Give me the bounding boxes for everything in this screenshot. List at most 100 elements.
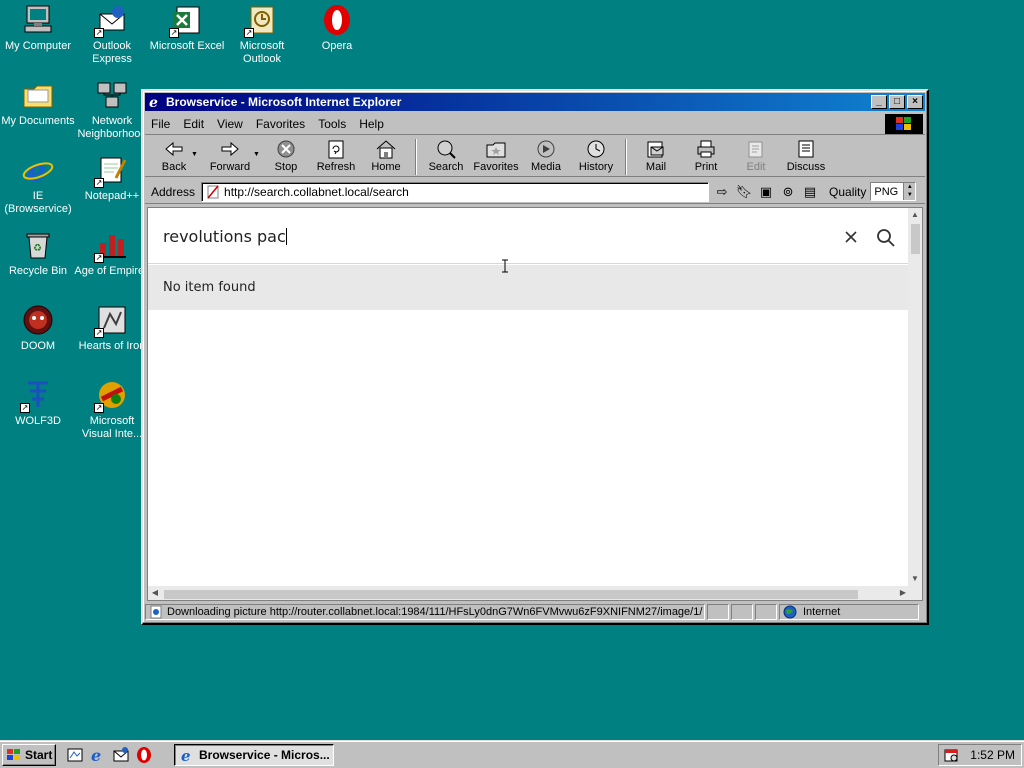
visual-interdev-icon: ↗ — [94, 379, 128, 413]
go-arrow-icon[interactable]: ⇨ — [713, 183, 731, 201]
horizontal-scrollbar[interactable]: ◀ ▶ — [148, 586, 910, 600]
desktop-icon-age-of-empires[interactable]: ↗ Age of Empires — [74, 229, 150, 278]
desktop-icon-outlook-express[interactable]: ↗ Outlook Express — [74, 4, 150, 66]
desktop-icon-ie-browservice[interactable]: e IE (Browservice) — [0, 154, 76, 216]
refresh-icon — [328, 140, 344, 159]
quality-select[interactable]: PNG ▲ ▼ — [870, 182, 917, 201]
close-button[interactable]: × — [907, 95, 923, 109]
scheduler-icon[interactable] — [943, 747, 959, 763]
page-icon — [207, 185, 219, 198]
minimize-button[interactable]: _ — [871, 95, 887, 109]
menu-favorites[interactable]: Favorites — [256, 117, 305, 131]
computer-icon — [22, 4, 54, 36]
desktop-icon-label: Outlook Express — [92, 40, 132, 65]
start-button[interactable]: Start — [2, 744, 56, 766]
svg-text:e: e — [27, 154, 46, 186]
home-label: Home — [371, 161, 401, 173]
menu-tools[interactable]: Tools — [318, 117, 346, 131]
desktop-icon-doom[interactable]: DOOM — [0, 304, 76, 353]
text-caret — [285, 228, 287, 245]
mail-button[interactable]: Mail — [631, 139, 681, 173]
find-icon[interactable]: ▣ — [757, 183, 775, 201]
spinner-arrows-icon[interactable]: ▲ ▼ — [903, 183, 916, 200]
desktop-icon-notepad-plus-plus[interactable]: ↗ Notepad++ — [74, 154, 150, 203]
opera-icon[interactable] — [135, 746, 153, 764]
edit-icon — [748, 141, 763, 158]
discuss-label: Discuss — [786, 161, 826, 173]
scroll-down-icon[interactable]: ▼ — [908, 572, 922, 586]
chevron-down-icon[interactable]: ▼ — [191, 151, 199, 158]
desktop-icon-label: My Documents — [1, 115, 75, 127]
internet-explorer-icon[interactable]: e — [89, 746, 107, 764]
desktop-icon-opera[interactable]: Opera — [299, 4, 375, 53]
windows-logo-icon — [7, 749, 20, 760]
svg-text:♻: ♻ — [33, 243, 42, 254]
text-cursor-icon — [502, 259, 508, 273]
forward-button[interactable]: Forward — [199, 139, 261, 173]
toolbar-separator — [625, 139, 627, 175]
home-button[interactable]: Home — [361, 139, 411, 173]
history-label: History — [578, 161, 614, 173]
clock[interactable]: 1:52 PM — [970, 748, 1015, 762]
chevron-down-icon[interactable]: ▼ — [253, 151, 261, 158]
desktop-icon-hearts-of-iron[interactable]: ↗ Hearts of Iron — [74, 304, 150, 353]
vertical-scrollbar[interactable]: ▲ ▼ — [908, 208, 922, 586]
bookmark-icon[interactable]: 🔖︎ — [735, 183, 753, 201]
edit-button[interactable]: Edit — [731, 139, 781, 173]
page-icon — [150, 605, 162, 619]
desktop-icon-my-documents[interactable]: My Documents — [0, 79, 76, 128]
home-icon — [376, 140, 396, 159]
clipboard-icon[interactable]: ▤ — [801, 183, 819, 201]
menu-help[interactable]: Help — [359, 117, 384, 131]
taskbar-window-button[interactable]: e Browservice - Micros... — [174, 744, 334, 766]
scroll-up-icon[interactable]: ▲ — [908, 208, 922, 222]
desktop-icon-label: Microsoft Excel — [149, 40, 225, 52]
edit-label: Edit — [746, 161, 766, 173]
print-button[interactable]: Print — [681, 139, 731, 173]
show-desktop-icon[interactable] — [66, 746, 84, 764]
forward-arrow-icon — [221, 141, 239, 157]
address-input[interactable]: http://search.collabnet.local/search — [201, 181, 710, 202]
browser-window[interactable]: e Browservice - Microsoft Internet Explo… — [141, 89, 929, 625]
maximize-button[interactable]: □ — [889, 95, 905, 109]
menu-view[interactable]: View — [217, 117, 243, 131]
address-label: Address — [151, 184, 196, 199]
search-button[interactable]: Search — [421, 139, 471, 173]
discuss-button[interactable]: Discuss — [781, 139, 831, 173]
binoculars-icon[interactable]: ⊚ — [779, 183, 797, 201]
outlook-express-icon[interactable] — [112, 746, 130, 764]
clear-icon[interactable] — [843, 229, 859, 245]
status-zone: Internet — [803, 606, 841, 618]
desktop-icon-network-neighborhood[interactable]: Network Neighborhood — [74, 79, 150, 141]
desktop-icon-label: Network Neighborhood — [77, 115, 147, 140]
toolbar-separator — [415, 139, 417, 175]
desktop-icon-visual-interdev[interactable]: ↗ Microsoft Visual Inte... — [74, 379, 150, 441]
scroll-left-icon[interactable]: ◀ — [148, 586, 162, 600]
taskbar-window-label: Browservice - Micros... — [199, 748, 330, 762]
desktop-icon-excel[interactable]: ↗ Microsoft Excel — [149, 4, 225, 53]
menu-edit[interactable]: Edit — [183, 117, 204, 131]
desktop-icon-wolf3d[interactable]: ↗ WOLF3D — [0, 379, 76, 428]
search-icon[interactable] — [876, 228, 896, 248]
desktop-icon-outlook[interactable]: ↗ Microsoft Outlook — [224, 4, 300, 66]
folder-icon — [22, 79, 54, 111]
wolf3d-icon: ↗ — [20, 379, 54, 413]
scroll-thumb[interactable] — [164, 590, 858, 599]
favorites-button[interactable]: Favorites — [471, 139, 521, 173]
search-input[interactable]: revolutions pac — [163, 227, 287, 246]
print-label: Print — [694, 161, 718, 173]
back-arrow-icon — [165, 141, 183, 157]
refresh-button[interactable]: Refresh — [311, 139, 361, 173]
page-viewport[interactable]: revolutions pac No item found ▲ ▼ ◀ ▶ — [147, 207, 923, 601]
mail-icon — [647, 141, 664, 158]
desktop-icon-my-computer[interactable]: My Computer — [0, 4, 76, 53]
window-titlebar[interactable]: e Browservice - Microsoft Internet Explo… — [145, 93, 925, 111]
desktop-icon-recycle-bin[interactable]: ♻ Recycle Bin — [0, 229, 76, 278]
media-button[interactable]: Media — [521, 139, 571, 173]
search-bar: revolutions pac — [148, 208, 910, 264]
hearts-of-iron-icon: ↗ — [94, 304, 128, 338]
stop-button[interactable]: Stop — [261, 139, 311, 173]
history-button[interactable]: History — [571, 139, 621, 173]
menu-file[interactable]: File — [151, 117, 170, 131]
scroll-thumb[interactable] — [911, 224, 920, 254]
